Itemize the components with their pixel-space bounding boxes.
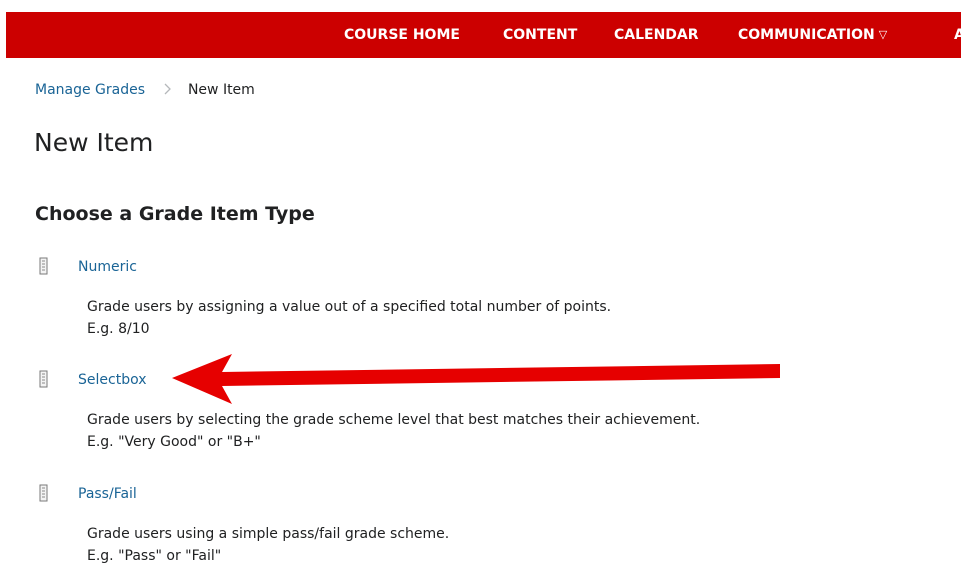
section-heading: Choose a Grade Item Type	[35, 203, 315, 225]
annotation-arrow-icon	[172, 354, 780, 404]
nav-course-home[interactable]: COURSE HOME	[344, 12, 460, 58]
pass-fail-example-text: E.g. "Pass" or "Fail"	[87, 548, 222, 564]
breadcrumb-separator-icon	[164, 82, 172, 98]
pass-fail-description: Grade users using a simple pass/fail gra…	[87, 523, 449, 567]
grade-item-icon	[38, 484, 50, 502]
breadcrumb-manage-grades[interactable]: Manage Grades	[35, 82, 145, 98]
page-title: New Item	[34, 128, 154, 157]
nav-communication-label: COMMUNICATION	[738, 27, 875, 43]
chevron-down-icon: ▽	[878, 28, 888, 41]
numeric-link[interactable]: Numeric	[78, 259, 137, 275]
selectbox-example-text: E.g. "Very Good" or "B+"	[87, 434, 261, 450]
nav-more-item[interactable]: A	[954, 12, 961, 58]
selectbox-link[interactable]: Selectbox	[78, 372, 147, 388]
selectbox-description: Grade users by selecting the grade schem…	[87, 409, 700, 453]
pass-fail-link[interactable]: Pass/Fail	[78, 486, 137, 502]
nav-communication[interactable]: COMMUNICATION ▽	[738, 12, 887, 58]
nav-calendar[interactable]: CALENDAR	[614, 12, 699, 58]
nav-content[interactable]: CONTENT	[503, 12, 577, 58]
numeric-description: Grade users by assigning a value out of …	[87, 296, 611, 340]
breadcrumb-current: New Item	[187, 82, 255, 98]
numeric-description-text: Grade users by assigning a value out of …	[87, 299, 612, 315]
grade-item-icon	[38, 370, 50, 388]
page: COURSE HOME CONTENT CALENDAR COMMUNICATI…	[0, 0, 961, 583]
pass-fail-description-text: Grade users using a simple pass/fail gra…	[87, 526, 450, 542]
numeric-example-text: E.g. 8/10	[87, 321, 150, 337]
grade-item-icon	[38, 257, 50, 275]
selectbox-description-text: Grade users by selecting the grade schem…	[87, 412, 701, 428]
breadcrumb: Manage Grades New Item	[35, 82, 255, 102]
top-navbar: COURSE HOME CONTENT CALENDAR COMMUNICATI…	[6, 12, 961, 58]
